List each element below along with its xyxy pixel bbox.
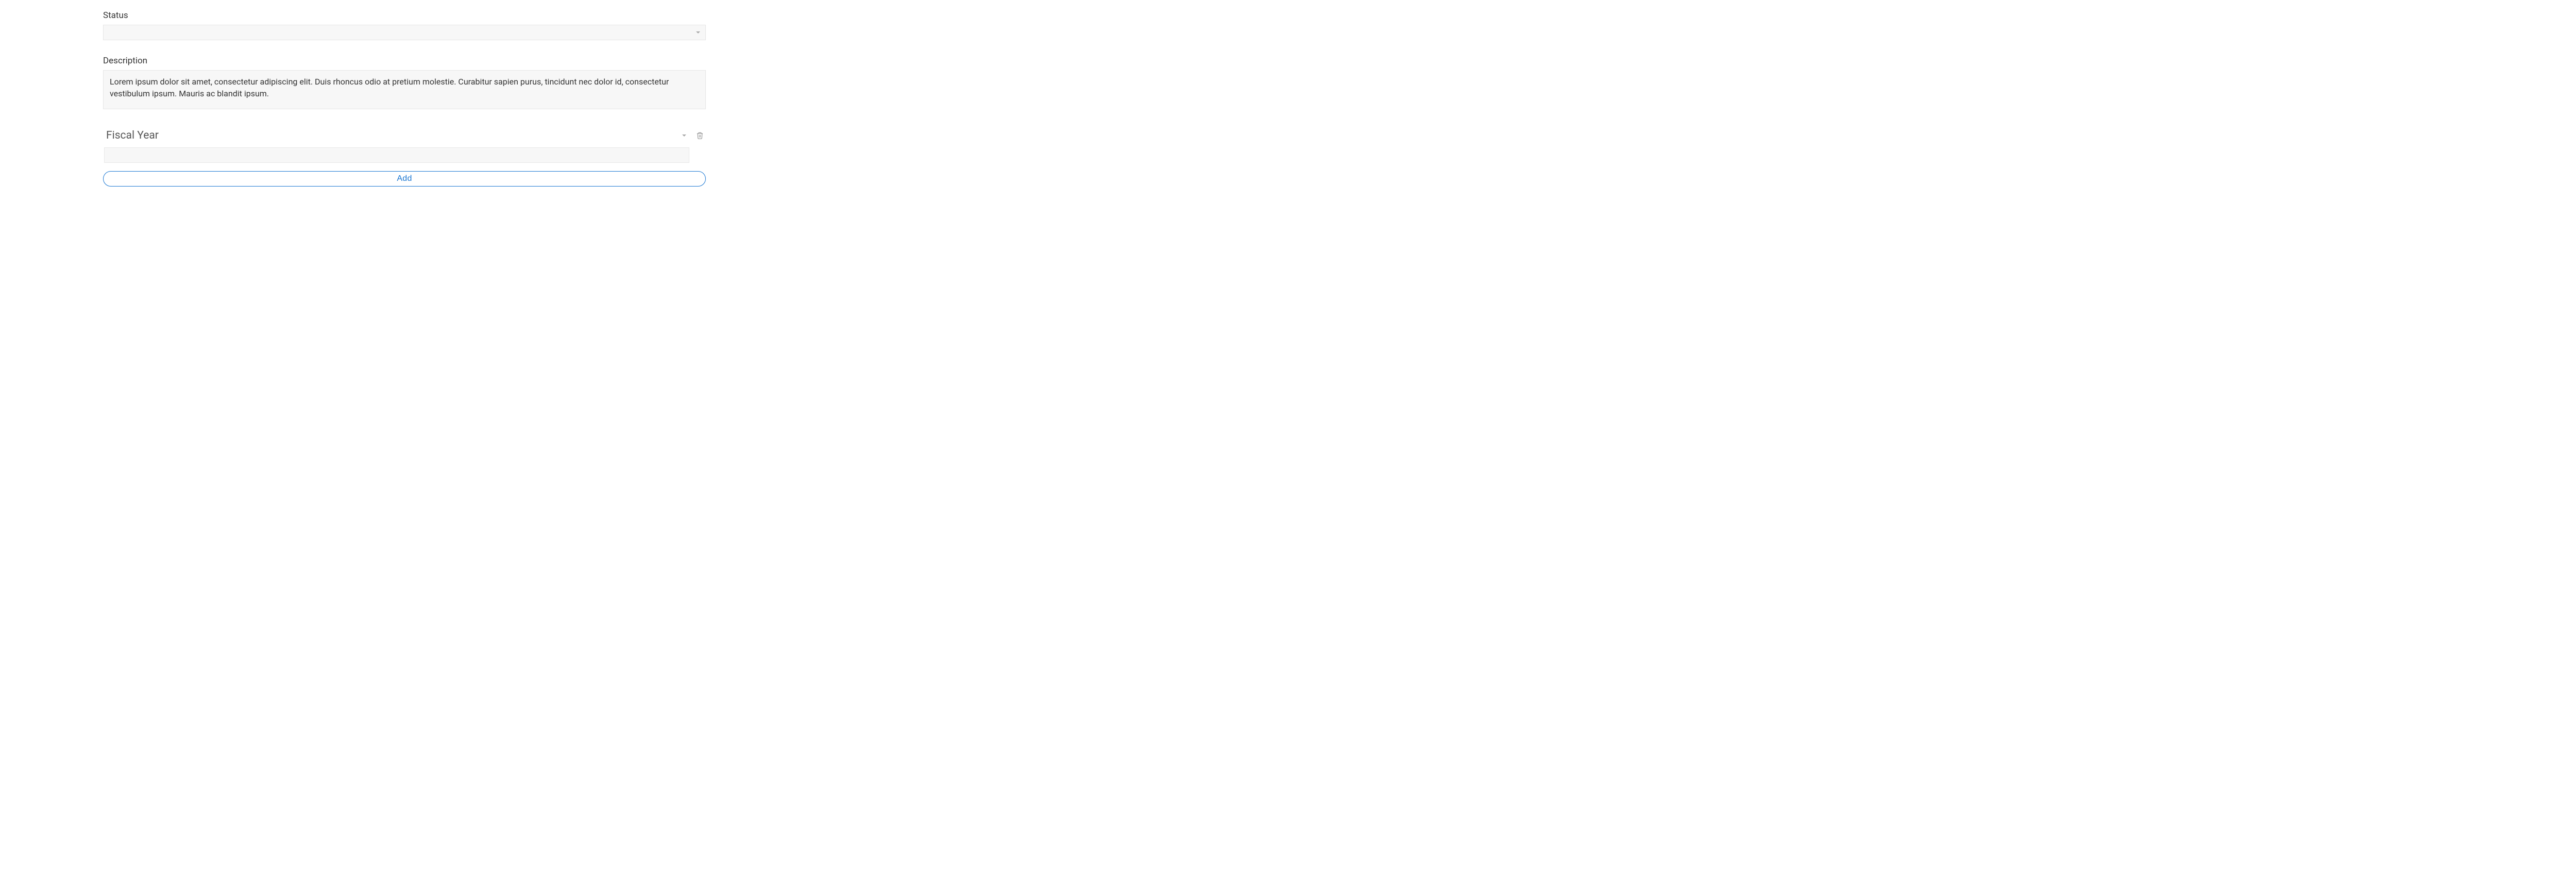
fiscal-type-select[interactable]: Fiscal Year — [103, 127, 690, 144]
status-select[interactable] — [103, 25, 706, 40]
fiscal-value-input[interactable] — [104, 147, 689, 163]
status-label: Status — [103, 10, 706, 21]
caret-down-icon — [682, 134, 686, 137]
description-textarea[interactable] — [103, 70, 706, 109]
form-container: Status Description Fiscal Year — [103, 0, 706, 187]
delete-button[interactable] — [693, 129, 706, 142]
fiscal-select-text: Fiscal Year — [106, 129, 159, 142]
fiscal-section: Fiscal Year — [103, 127, 706, 171]
description-group: Description — [103, 56, 706, 111]
trash-icon — [696, 131, 704, 140]
fiscal-row: Fiscal Year — [103, 127, 706, 144]
add-button[interactable]: Add — [103, 171, 706, 187]
caret-down-icon — [696, 31, 700, 33]
status-group: Status — [103, 10, 706, 40]
description-label: Description — [103, 56, 706, 66]
add-button-label: Add — [397, 174, 412, 183]
